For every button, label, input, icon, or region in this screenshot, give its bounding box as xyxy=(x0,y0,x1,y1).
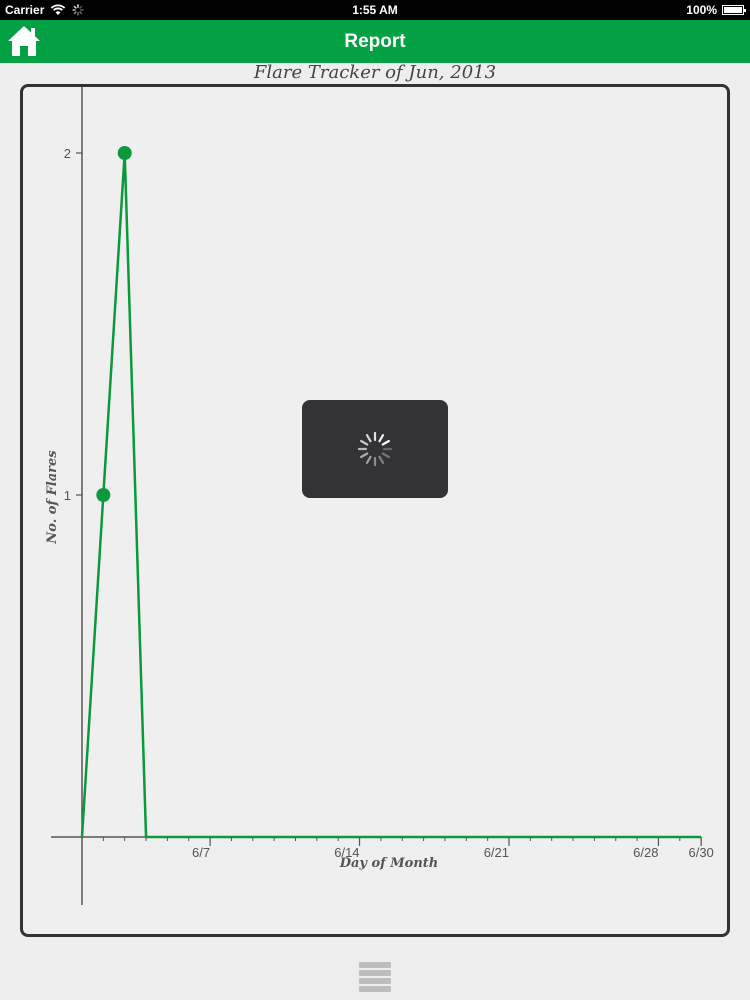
spinner-spoke xyxy=(378,434,385,443)
data-point xyxy=(96,488,111,502)
hamburger-icon-bar xyxy=(359,986,391,992)
chart-title: Flare Tracker of Jun, 2013 xyxy=(253,62,497,83)
spinner-spoke xyxy=(381,439,390,446)
y-axis-label: No. of Flares xyxy=(45,450,60,545)
home-icon xyxy=(8,26,40,56)
status-bar: Carrier 1:55 AM 100% xyxy=(0,0,750,20)
spinner-spoke xyxy=(365,434,372,443)
chart-frame: 6/7 6/14 6/21 6/28 6/30 1 2 Day of Month No. of … xyxy=(20,84,730,937)
spinner-spoke xyxy=(365,455,372,464)
hamburger-icon-bar xyxy=(359,978,391,984)
x-tick-label: 6/7 xyxy=(192,845,210,860)
hamburger-icon-bar xyxy=(359,962,391,968)
battery-icon xyxy=(722,5,746,15)
loading-overlay xyxy=(302,400,448,498)
home-button[interactable] xyxy=(6,24,42,58)
page-title: Report xyxy=(344,31,406,52)
menu-button[interactable] xyxy=(359,962,391,994)
navigation-bar: Report xyxy=(0,20,750,63)
y-tick-label: 1 xyxy=(64,488,71,503)
x-tick-label: 6/30 xyxy=(688,845,713,860)
clock: 1:55 AM xyxy=(352,3,398,17)
spinner-spoke xyxy=(378,455,385,464)
battery-percent: 100% xyxy=(686,3,717,17)
y-tick-label: 2 xyxy=(64,146,71,161)
hamburger-icon-bar xyxy=(359,970,391,976)
loading-spinner-icon xyxy=(357,431,393,467)
x-tick-label: 6/28 xyxy=(633,845,658,860)
spinner-spoke xyxy=(360,452,369,459)
flare-line-chart: 6/7 6/14 6/21 6/28 6/3012Day of MonthNo. of … xyxy=(45,87,714,905)
x-tick-label: 6/21 xyxy=(484,845,509,860)
x-axis-label: Day of Month xyxy=(339,856,439,871)
spinner-spoke xyxy=(360,439,369,446)
spinner-spoke xyxy=(381,452,390,459)
data-point xyxy=(117,146,132,160)
